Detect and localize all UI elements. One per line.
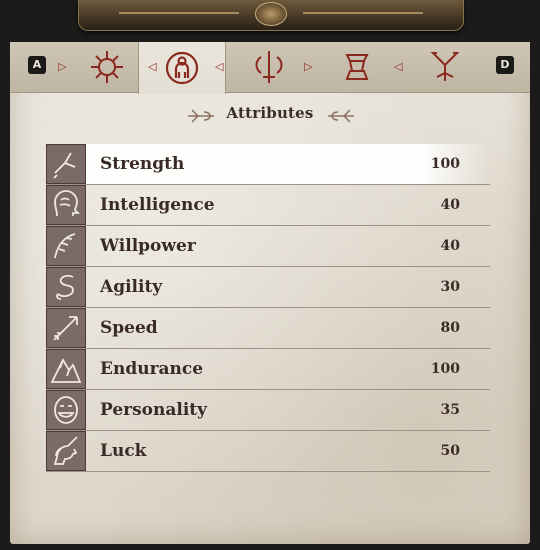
mask-face-icon	[46, 390, 86, 430]
attribute-row-strength[interactable]: Strength 100	[46, 144, 490, 185]
attribute-label: Luck	[100, 441, 147, 461]
attribute-label: Speed	[100, 318, 158, 338]
tab-magic[interactable]	[402, 42, 488, 92]
attribute-value: 40	[440, 238, 460, 254]
arrow-icon	[46, 308, 86, 348]
attribute-row-personality[interactable]: Personality 35	[46, 390, 490, 431]
next-tab-key[interactable]: D	[496, 56, 514, 74]
attribute-row-speed[interactable]: Speed 80	[46, 308, 490, 349]
attribute-label: Strength	[100, 154, 185, 174]
sword-scroll-icon	[249, 47, 289, 87]
tab-arrow-right-icon: ◁	[215, 60, 224, 73]
medallion-icon	[255, 2, 287, 26]
attribute-row-intelligence[interactable]: Intelligence 40	[46, 185, 490, 226]
attribute-row-willpower[interactable]: Willpower 40	[46, 226, 490, 267]
attribute-row-agility[interactable]: Agility 30	[46, 267, 490, 308]
prev-tab-key[interactable]: A	[28, 56, 46, 74]
tab-separator-icon: ▷	[304, 60, 313, 73]
attribute-value: 50	[440, 443, 460, 459]
attribute-row-luck[interactable]: Luck 50	[46, 431, 490, 472]
brain-head-icon	[46, 185, 86, 225]
serpent-icon	[46, 267, 86, 307]
tab-separator-icon: ▷	[58, 60, 67, 73]
attribute-row-endurance[interactable]: Endurance 100	[46, 349, 490, 390]
feather-hand-icon	[46, 226, 86, 266]
attribute-value: 35	[440, 402, 460, 418]
attribute-label: Personality	[100, 400, 208, 420]
flowers-icon	[425, 47, 465, 87]
attribute-label: Intelligence	[100, 195, 215, 215]
ornament-line	[303, 12, 423, 14]
flourish-right-icon	[328, 109, 354, 123]
tab-arrow-left-icon: ◁	[148, 60, 157, 73]
tab-bar: A ▷ ◁ ◁ ▷ ◁ D	[10, 42, 530, 94]
unicorn-icon	[46, 431, 86, 471]
tab-skills[interactable]	[226, 42, 312, 92]
top-frame-ornament	[78, 0, 464, 31]
attribute-value: 30	[440, 279, 460, 295]
tab-inventory[interactable]	[314, 42, 400, 92]
strength-arm-icon	[46, 144, 86, 184]
attribute-list: Strength 100 Intelligence 40 Willpower 4…	[46, 144, 490, 472]
section-title: Attributes	[226, 104, 314, 122]
attribute-label: Endurance	[100, 359, 204, 379]
mountain-icon	[46, 349, 86, 389]
attribute-label: Willpower	[100, 236, 196, 256]
attribute-value: 40	[440, 197, 460, 213]
ornament-line	[119, 12, 239, 14]
attribute-value: 100	[430, 156, 460, 172]
attribute-label: Agility	[100, 277, 163, 297]
anvil-icon	[337, 47, 377, 87]
character-portrait-icon	[162, 48, 202, 88]
attribute-value: 100	[430, 361, 460, 377]
sun-emblem-icon	[87, 47, 127, 87]
attribute-value: 80	[440, 320, 460, 336]
